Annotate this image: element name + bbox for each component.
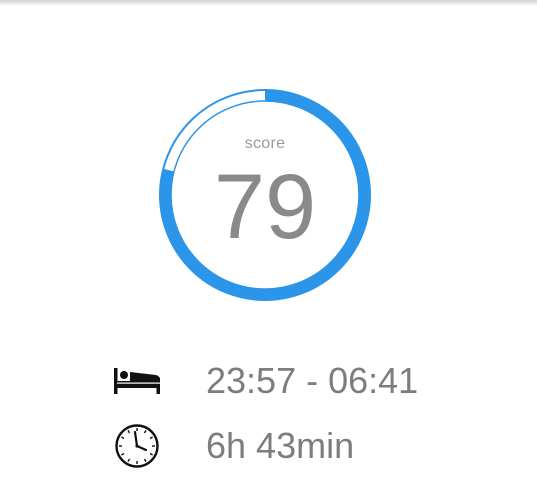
sleep-duration: 6h 43min: [206, 425, 355, 466]
sleep-duration-row: 6h 43min: [112, 422, 354, 470]
clock-icon: [112, 423, 162, 469]
score-value: 79: [213, 156, 317, 258]
top-shadow: [0, 0, 537, 6]
sleep-time-range: 23:57 - 06:41: [206, 360, 419, 401]
score-caption: score: [244, 135, 286, 152]
sleep-time-row: 23:57 - 06:41: [112, 357, 418, 405]
bed-icon: [112, 358, 162, 404]
score-ring: score 79: [155, 85, 375, 305]
